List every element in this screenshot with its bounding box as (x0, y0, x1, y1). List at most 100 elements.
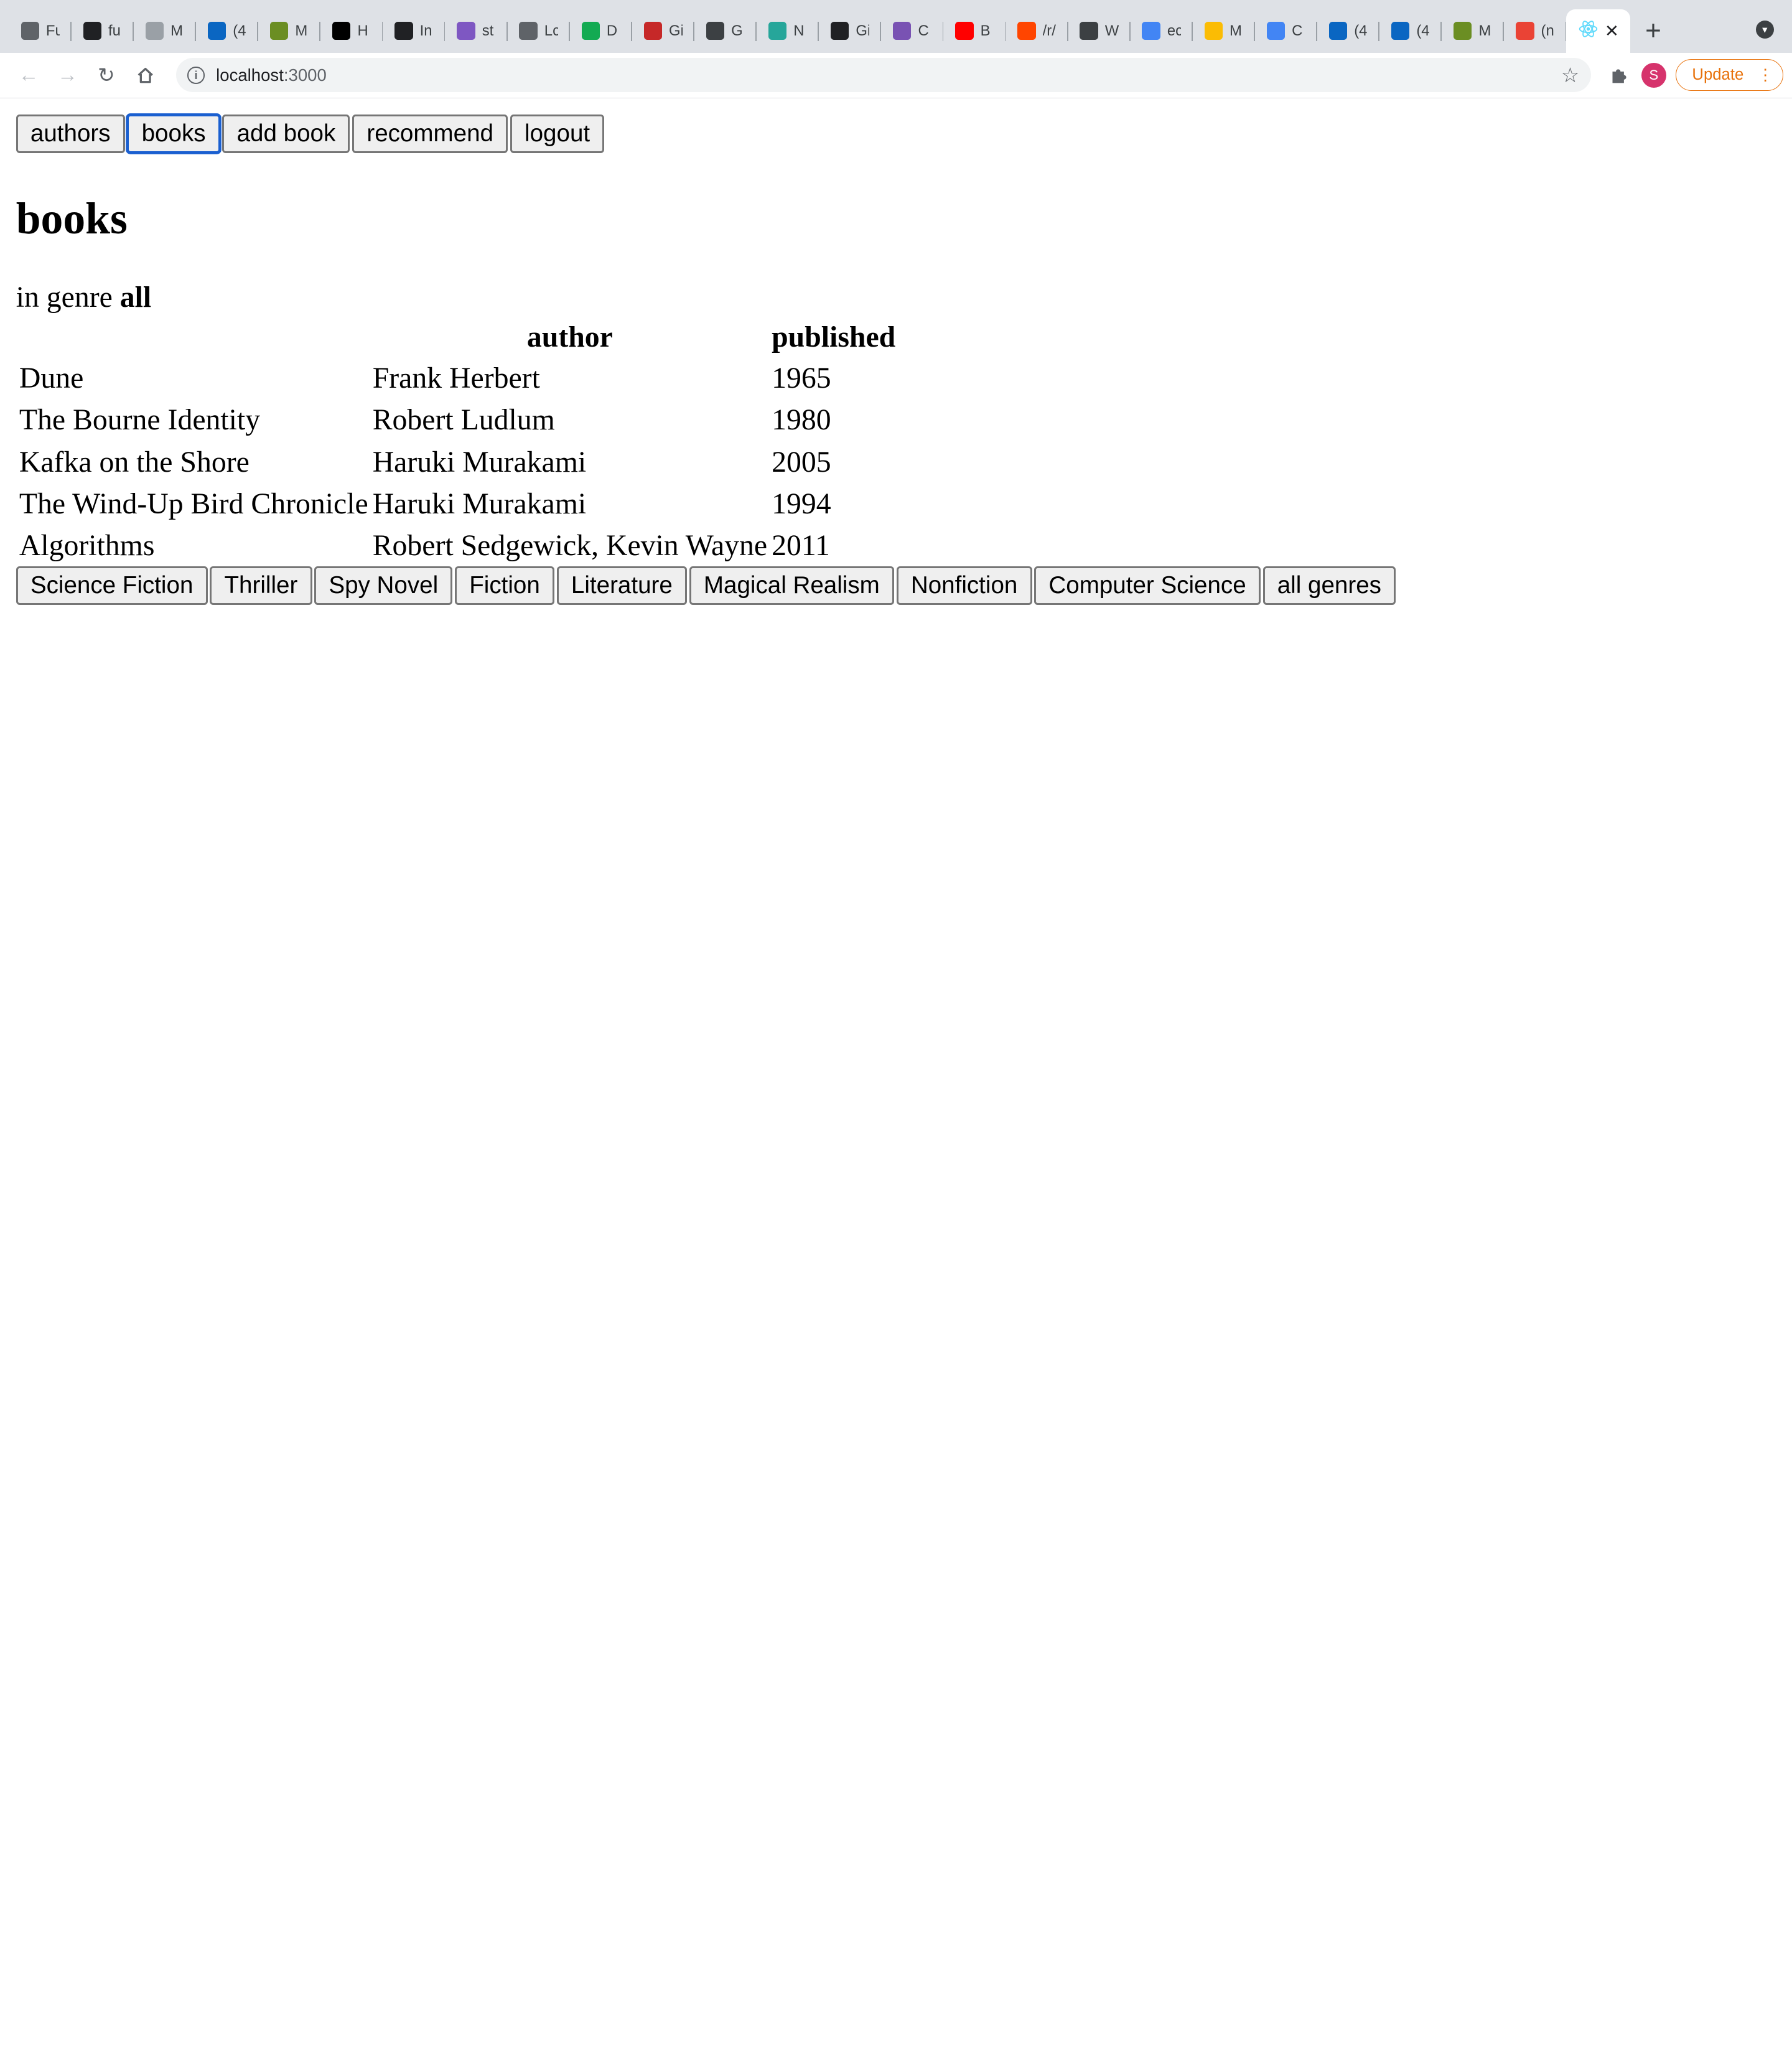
genre-button[interactable]: Fiction (455, 566, 555, 606)
browser-tab[interactable]: C (881, 9, 944, 53)
browser-tab[interactable]: In (383, 9, 446, 53)
profile-avatar[interactable]: S (1641, 62, 1667, 88)
linkedin-icon (207, 21, 226, 40)
browser-tab[interactable]: C (1255, 9, 1317, 53)
tab-title: G (731, 22, 743, 39)
close-tab-icon[interactable]: ✕ (1605, 21, 1619, 41)
table-row: Kafka on the Shore Haruki Murakami 2005 (19, 442, 895, 482)
diamond-icon (768, 21, 787, 40)
tab-title: Gi (856, 22, 870, 39)
reddit-icon (1017, 21, 1036, 40)
gmail-icon (1516, 21, 1534, 40)
book-author-cell: Haruki Murakami (372, 487, 587, 520)
url-port: :3000 (283, 65, 327, 85)
tab-active[interactable]: ✕ (1566, 9, 1631, 53)
browser-tab[interactable]: (4 (196, 9, 259, 53)
genre-button[interactable]: Thriller (210, 566, 312, 606)
book-title-cell: Dune (19, 361, 84, 395)
more-menu-icon[interactable]: ⋮ (1757, 66, 1773, 85)
bug-icon (643, 21, 662, 40)
genre-button[interactable]: Computer Science (1034, 566, 1261, 606)
browser-tab[interactable]: (n (1504, 9, 1567, 53)
site-info-icon[interactable]: i (187, 66, 205, 84)
logout-button[interactable]: logout (510, 114, 605, 154)
browser-tab[interactable]: N (757, 9, 819, 53)
browser-tab[interactable]: Fu (9, 9, 72, 53)
reload-icon[interactable]: ↻ (87, 56, 126, 95)
browser-tab[interactable]: fu (72, 9, 134, 53)
table-header-row: author published (19, 319, 895, 357)
browser-tab[interactable]: (4 (1317, 9, 1380, 53)
tab-title: D (606, 22, 618, 39)
extensions-puzzle-icon[interactable] (1602, 58, 1636, 92)
tab-search-icon[interactable]: ▾ (1755, 21, 1775, 39)
browser-tab[interactable]: Gi (819, 9, 882, 53)
genre-button[interactable]: Science Fiction (16, 566, 208, 606)
browser-tab[interactable]: M (258, 9, 321, 53)
page-title: books (16, 194, 128, 243)
tab-strip: FufuM(4MHInstLcDGiGNGiCB/r/WecMC(4(4M(n … (0, 0, 1792, 53)
column-header (19, 319, 368, 357)
browser-tab[interactable]: G (694, 9, 757, 53)
genre-button[interactable]: Nonfiction (896, 566, 1032, 606)
browser-tab[interactable]: M (1442, 9, 1505, 53)
browser-tab[interactable]: H (320, 9, 383, 53)
recommend-button[interactable]: recommend (352, 114, 508, 154)
authors-button[interactable]: authors (16, 114, 125, 154)
gear-icon (519, 21, 538, 40)
add-book-button[interactable]: add book (222, 114, 350, 154)
tab-title: N (793, 22, 805, 39)
genre-button[interactable]: Spy Novel (314, 566, 453, 606)
browser-tab[interactable]: st (445, 9, 508, 53)
url-text: localhost:3000 (216, 65, 1561, 85)
tab-title: (4 (1354, 22, 1368, 39)
update-label: Update (1692, 66, 1744, 84)
update-button[interactable]: Update ⋮ (1675, 59, 1783, 91)
books-button[interactable]: books (127, 114, 220, 154)
bookmark-star-icon[interactable]: ☆ (1561, 63, 1580, 88)
url-host: localhost (216, 65, 284, 85)
tab-title: M (170, 22, 184, 39)
browser-tab[interactable]: ec (1131, 9, 1193, 53)
book-author-cell: Robert Sedgewick, Kevin Wayne (372, 529, 768, 563)
browser-toolbar: ← → ↻ i localhost:3000 ☆ S Update ⋮ (0, 52, 1792, 98)
docs-icon (1266, 21, 1286, 40)
browser-tab[interactable]: M (1193, 9, 1255, 53)
plant-icon (1454, 21, 1472, 40)
browser-tab[interactable]: D (570, 9, 632, 53)
app-content: authors books add book recommend logout … (0, 98, 1792, 606)
leaf-icon (581, 21, 600, 40)
forward-icon[interactable]: → (48, 56, 86, 95)
browser-tab[interactable]: (4 (1379, 9, 1442, 53)
react-icon (1578, 19, 1598, 44)
linkedin-icon (1391, 21, 1410, 40)
tab-title: (n (1541, 22, 1554, 39)
browser-tab[interactable]: Lc (508, 9, 570, 53)
tab-title: fu (108, 22, 121, 39)
tab-title: M (295, 22, 308, 39)
genre-button[interactable]: Magical Realism (689, 566, 894, 606)
address-bar[interactable]: i localhost:3000 ☆ (175, 58, 1591, 93)
plant-icon (269, 21, 289, 40)
browser-tab[interactable]: /r/ (1006, 9, 1068, 53)
book-author-cell: Robert Ludlum (372, 403, 555, 437)
tab-title: M (1230, 22, 1242, 39)
browser-tab[interactable]: M (134, 9, 197, 53)
browser-tab[interactable]: B (943, 9, 1006, 53)
genre-buttons: Science Fiction Thriller Spy Novel Fiction L… (16, 566, 1792, 606)
column-header: published (772, 320, 896, 354)
browser-tab[interactable]: W (1068, 9, 1131, 53)
genre-button[interactable]: Literature (556, 566, 688, 606)
home-icon[interactable] (126, 56, 164, 95)
back-icon[interactable]: ← (9, 56, 48, 95)
new-tab-button[interactable]: + (1630, 9, 1676, 53)
trello-icon (394, 21, 413, 40)
youtube-icon (955, 21, 974, 40)
book-title-cell: Kafka on the Shore (19, 445, 250, 479)
browser-tab[interactable]: Gi (632, 9, 694, 53)
tab-title: Lc (544, 22, 558, 39)
globe-icon (1080, 21, 1098, 40)
book-published-cell: 2005 (772, 445, 831, 479)
genre-button[interactable]: all genres (1262, 566, 1396, 606)
book-title-cell: The Bourne Identity (19, 403, 261, 437)
